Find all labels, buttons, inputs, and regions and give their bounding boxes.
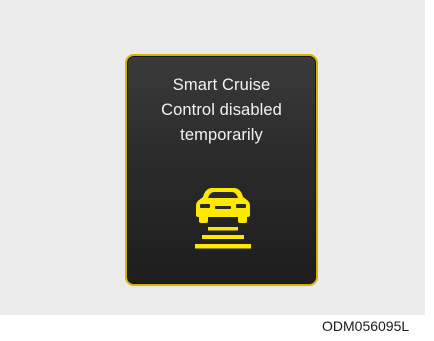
smart-cruise-control-car-icon [195,188,251,249]
figure-code-label: ODM056095L [322,318,410,334]
message-line-3: temporarily [180,126,263,144]
message-line-1: Smart Cruise [172,76,271,94]
cluster-warning-display: Smart Cruise Control disabled temporaril… [125,54,318,286]
message-line-2: Control disabled [161,101,282,119]
warning-message: Smart Cruise Control disabled temporaril… [127,73,316,148]
